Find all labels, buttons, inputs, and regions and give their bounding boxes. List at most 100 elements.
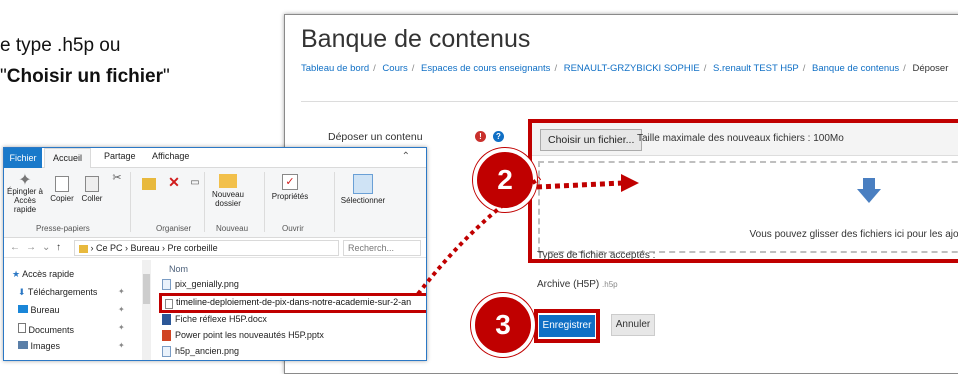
breadcrumb-item[interactable]: Tableau de bord (301, 63, 369, 74)
breadcrumb-item[interactable]: S.renault TEST H5P (713, 63, 799, 74)
nav-quick-access[interactable]: ★ Accès rapide (12, 269, 74, 280)
copy-icon (55, 176, 69, 192)
delete-button[interactable]: ✕ (164, 174, 184, 190)
select-icon (353, 174, 373, 194)
ribbon-divider (334, 172, 335, 232)
tab-home[interactable]: Accueil (44, 148, 92, 169)
nav-desktop[interactable]: Bureau ✦ (18, 305, 125, 315)
forward-icon[interactable]: → (26, 242, 36, 253)
properties-label: Propriétés (271, 192, 309, 201)
group-organize: Organiser (156, 224, 192, 233)
ribbon: ✦ Épingler à Accès rapide Copier Coller … (4, 168, 426, 238)
instruction-quote-open: " (0, 66, 7, 87)
breadcrumb: Tableau de bord / Cours / Espaces de cours… (301, 63, 949, 74)
select-button[interactable]: Sélectionner (338, 174, 388, 205)
save-highlight: Enregistrer (534, 309, 600, 343)
cancel-button[interactable]: Annuler (611, 314, 655, 336)
pin-label: Épingler à Accès rapide (6, 187, 44, 214)
dotted-arrow-2 (536, 174, 639, 192)
breadcrumb-item[interactable]: RENAULT-GRZYBICKI SOPHIE (564, 63, 700, 74)
scrollbar[interactable] (142, 260, 151, 360)
nav-downloads[interactable]: ⬇ Téléchargements ✦ (18, 287, 125, 298)
choose-file-button[interactable]: Choisir un fichier... (540, 129, 643, 151)
breadcrumb-item[interactable]: Banque de contenus (812, 63, 899, 74)
image-file-icon (162, 279, 171, 291)
nav-label: Accès rapide (22, 269, 75, 279)
group-open: Ouvrir (282, 224, 304, 233)
address-bar[interactable]: › Ce PC › Bureau › Pre corbeille (74, 240, 339, 256)
file-name: pix_genially.png (175, 279, 239, 289)
file-row[interactable]: Power point les nouveautés H5P.pptx (162, 328, 324, 342)
pin-icon: ✦ (118, 305, 125, 314)
file-icon (165, 299, 173, 309)
image-icon (18, 341, 28, 349)
up-icon[interactable]: ↑ (56, 242, 61, 253)
accepted-type-name: Archive (H5P) (537, 279, 600, 290)
file-name: timeline-deploiement-de-pix-dans-notre-a… (176, 297, 412, 307)
ribbon-tabs: Fichier Accueil Partage Affichage ⌃ (4, 148, 426, 169)
properties-button[interactable]: ✓ Propriétés (268, 174, 312, 201)
accepted-type-ext: .h5p (602, 280, 618, 289)
breadcrumb-item[interactable]: Cours (382, 63, 407, 74)
instruction-quote-close: " (163, 66, 170, 87)
step-3-badge: 3 (471, 293, 535, 357)
save-button[interactable]: Enregistrer (539, 315, 595, 337)
chevron-up-icon[interactable]: ⌃ (402, 151, 410, 162)
address-segment[interactable]: Ce PC (96, 243, 123, 253)
file-explorer-window: Fichier Accueil Partage Affichage ⌃ ✦ Ép… (3, 147, 427, 361)
ribbon-divider (204, 172, 205, 232)
group-new: Nouveau (216, 224, 249, 233)
image-file-icon (162, 346, 171, 358)
breadcrumb-item[interactable]: Espaces de cours enseignants (421, 63, 550, 74)
nav-documents[interactable]: Documents ✦ (18, 323, 125, 335)
rename-icon: ▭ (190, 177, 200, 188)
instruction-text-1: e type .h5p ou (0, 35, 121, 56)
delete-icon: ✕ (168, 174, 180, 190)
rename-button[interactable]: ▭ (188, 178, 202, 189)
drop-zone-text: Vous pouvez glisser des fichiers ici pou… (749, 229, 958, 240)
address-segment[interactable]: Pre corbeille (168, 243, 218, 253)
document-icon (18, 323, 26, 333)
group-clipboard: Presse-papiers (36, 224, 90, 233)
file-name: Power point les nouveautés H5P.pptx (175, 330, 324, 340)
column-header-name[interactable]: Nom (169, 264, 188, 274)
folder-icon (79, 244, 88, 253)
max-size-text: Taille maximale des nouveaux fichiers : … (637, 133, 844, 144)
divider (301, 101, 958, 102)
desktop-icon (18, 305, 28, 313)
file-row-selected[interactable]: timeline-deploiement-de-pix-dans-notre-a… (159, 293, 426, 313)
tab-file[interactable]: Fichier (4, 148, 42, 168)
paste-icon (85, 176, 99, 192)
copy-button[interactable]: Copier (48, 176, 76, 203)
pin-icon: ✦ (18, 172, 32, 189)
new-folder-button[interactable]: Nouveau dossier (208, 174, 248, 208)
required-icon: ! (475, 131, 486, 142)
tab-share[interactable]: Partage (104, 151, 136, 161)
download-arrow-icon (857, 178, 881, 203)
star-icon: ★ (12, 269, 21, 279)
address-segment[interactable]: Bureau (131, 243, 160, 253)
ribbon-divider (264, 172, 265, 232)
paste-button[interactable]: Coller (78, 176, 106, 203)
scrollbar-thumb[interactable] (143, 274, 150, 304)
form-label: Déposer un contenu (328, 131, 423, 143)
file-row[interactable]: pix_genially.png (162, 277, 239, 291)
back-icon[interactable]: ← (10, 242, 20, 253)
nav-label: Bureau (30, 305, 60, 315)
download-icon: ⬇ (18, 287, 26, 297)
nav-images[interactable]: Images ✦ (18, 341, 125, 351)
file-row[interactable]: h5p_ancien.png (162, 344, 239, 358)
help-icon[interactable]: ? (493, 131, 504, 142)
instruction-line-1: e type .h5p ou (0, 35, 120, 57)
file-row[interactable]: Fiche réflexe H5P.docx (162, 312, 267, 326)
pin-quick-access-button[interactable]: ✦ Épingler à Accès rapide (6, 172, 44, 215)
new-folder-icon (219, 174, 237, 188)
search-input[interactable]: Recherch... (343, 240, 421, 256)
ribbon-divider (130, 172, 131, 232)
chevron-down-icon[interactable]: ⌄ (42, 242, 50, 253)
move-to-button[interactable] (134, 178, 164, 192)
step-2-badge: 2 (473, 148, 537, 212)
new-folder-label: Nouveau dossier (211, 190, 245, 208)
cut-icon[interactable]: ✂ (110, 173, 124, 184)
tab-view[interactable]: Affichage (152, 151, 189, 161)
